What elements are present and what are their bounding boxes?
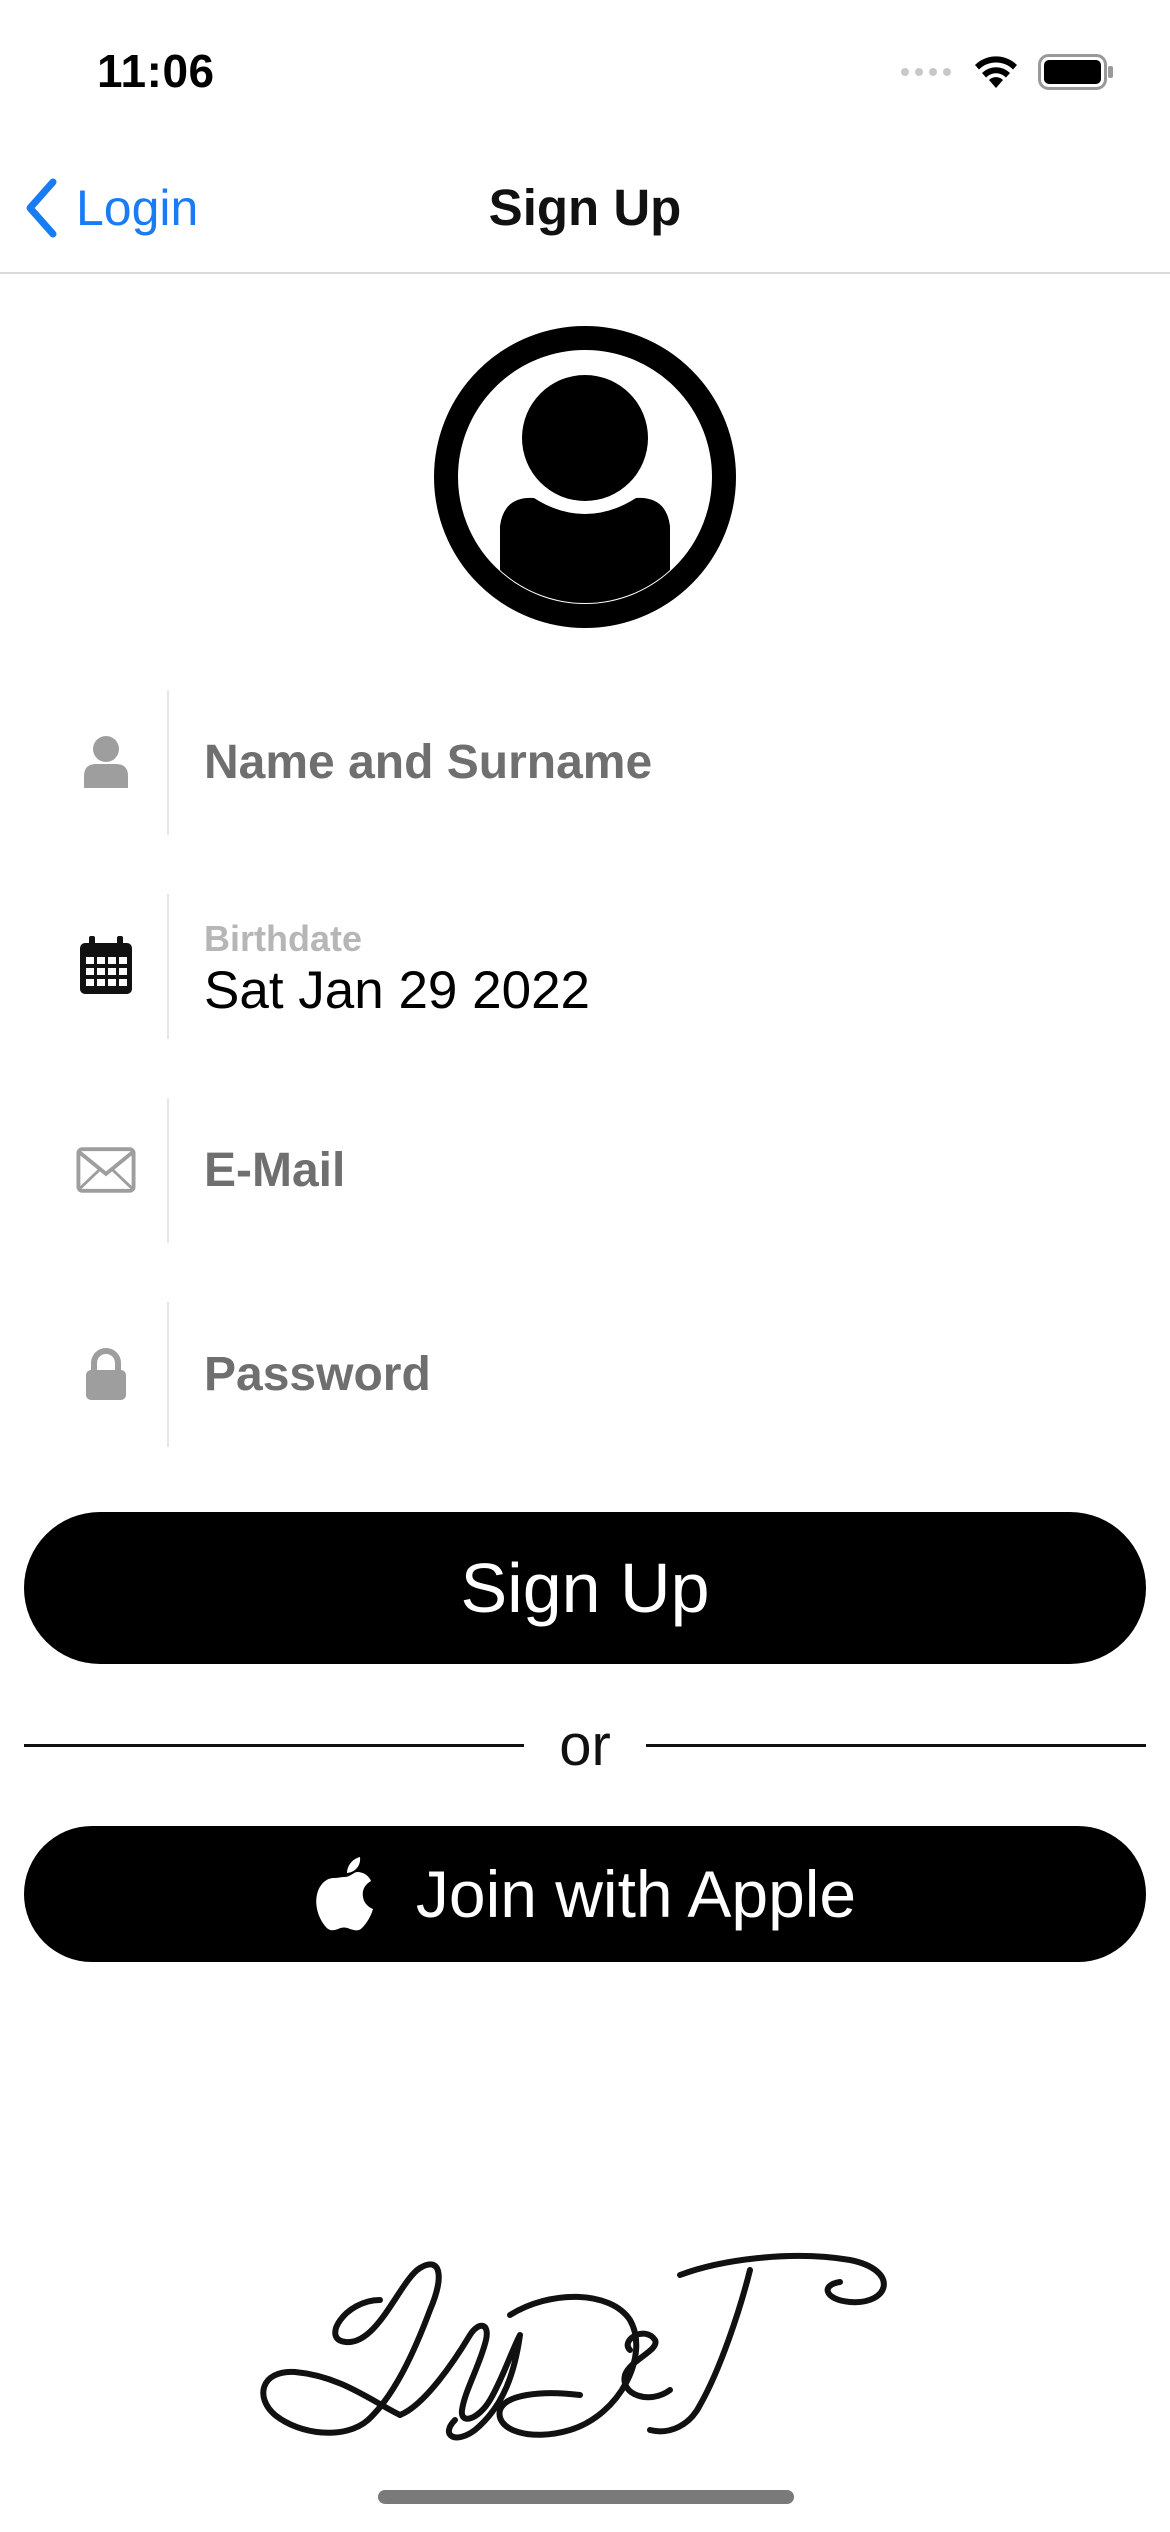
person-icon	[76, 732, 136, 792]
wifi-icon	[975, 56, 1017, 88]
apple-icon	[316, 1857, 373, 1931]
field-divider	[167, 894, 169, 1039]
calendar-icon	[76, 936, 136, 996]
battery-icon	[1038, 54, 1113, 90]
divider-or-text: or	[559, 1713, 611, 1778]
password-placeholder: Password	[204, 1348, 431, 1401]
field-divider	[167, 1302, 169, 1447]
birthdate-field[interactable]: Birthdate Sat Jan 29 2022	[204, 894, 1124, 1039]
back-button-label: Login	[76, 180, 199, 236]
name-placeholder: Name and Surname	[204, 736, 653, 789]
back-button[interactable]: Login	[24, 176, 198, 240]
email-row: E-Mail	[0, 1098, 1170, 1243]
password-field[interactable]: Password	[204, 1302, 1124, 1447]
email-placeholder: E-Mail	[204, 1144, 346, 1197]
envelope-icon	[76, 1140, 136, 1200]
field-divider	[167, 1098, 169, 1243]
join-with-apple-button[interactable]: Join with Apple	[24, 1826, 1146, 1962]
chevron-left-icon	[26, 178, 57, 238]
signature-logo	[260, 2252, 887, 2441]
field-divider	[167, 690, 169, 835]
lock-icon	[76, 1344, 136, 1404]
avatar-icon[interactable]	[434, 326, 736, 628]
join-with-apple-label: Join with Apple	[415, 1857, 857, 1931]
name-field[interactable]: Name and Surname	[204, 690, 1124, 835]
birthdate-value: Sat Jan 29 2022	[204, 961, 591, 1020]
email-field[interactable]: E-Mail	[204, 1098, 1124, 1243]
birthdate-label: Birthdate	[204, 918, 363, 959]
status-time: 11:06	[97, 45, 215, 97]
name-row: Name and Surname	[0, 690, 1170, 835]
sign-up-button-label: Sign Up	[460, 1549, 710, 1627]
sign-up-button[interactable]: Sign Up	[24, 1512, 1146, 1664]
password-row: Password	[0, 1302, 1170, 1447]
status-icons	[900, 52, 1114, 92]
cellular-signal-icon	[901, 68, 951, 76]
birthdate-row: Birthdate Sat Jan 29 2022	[0, 894, 1170, 1039]
nav-divider	[0, 272, 1170, 274]
home-indicator[interactable]	[378, 2490, 794, 2504]
